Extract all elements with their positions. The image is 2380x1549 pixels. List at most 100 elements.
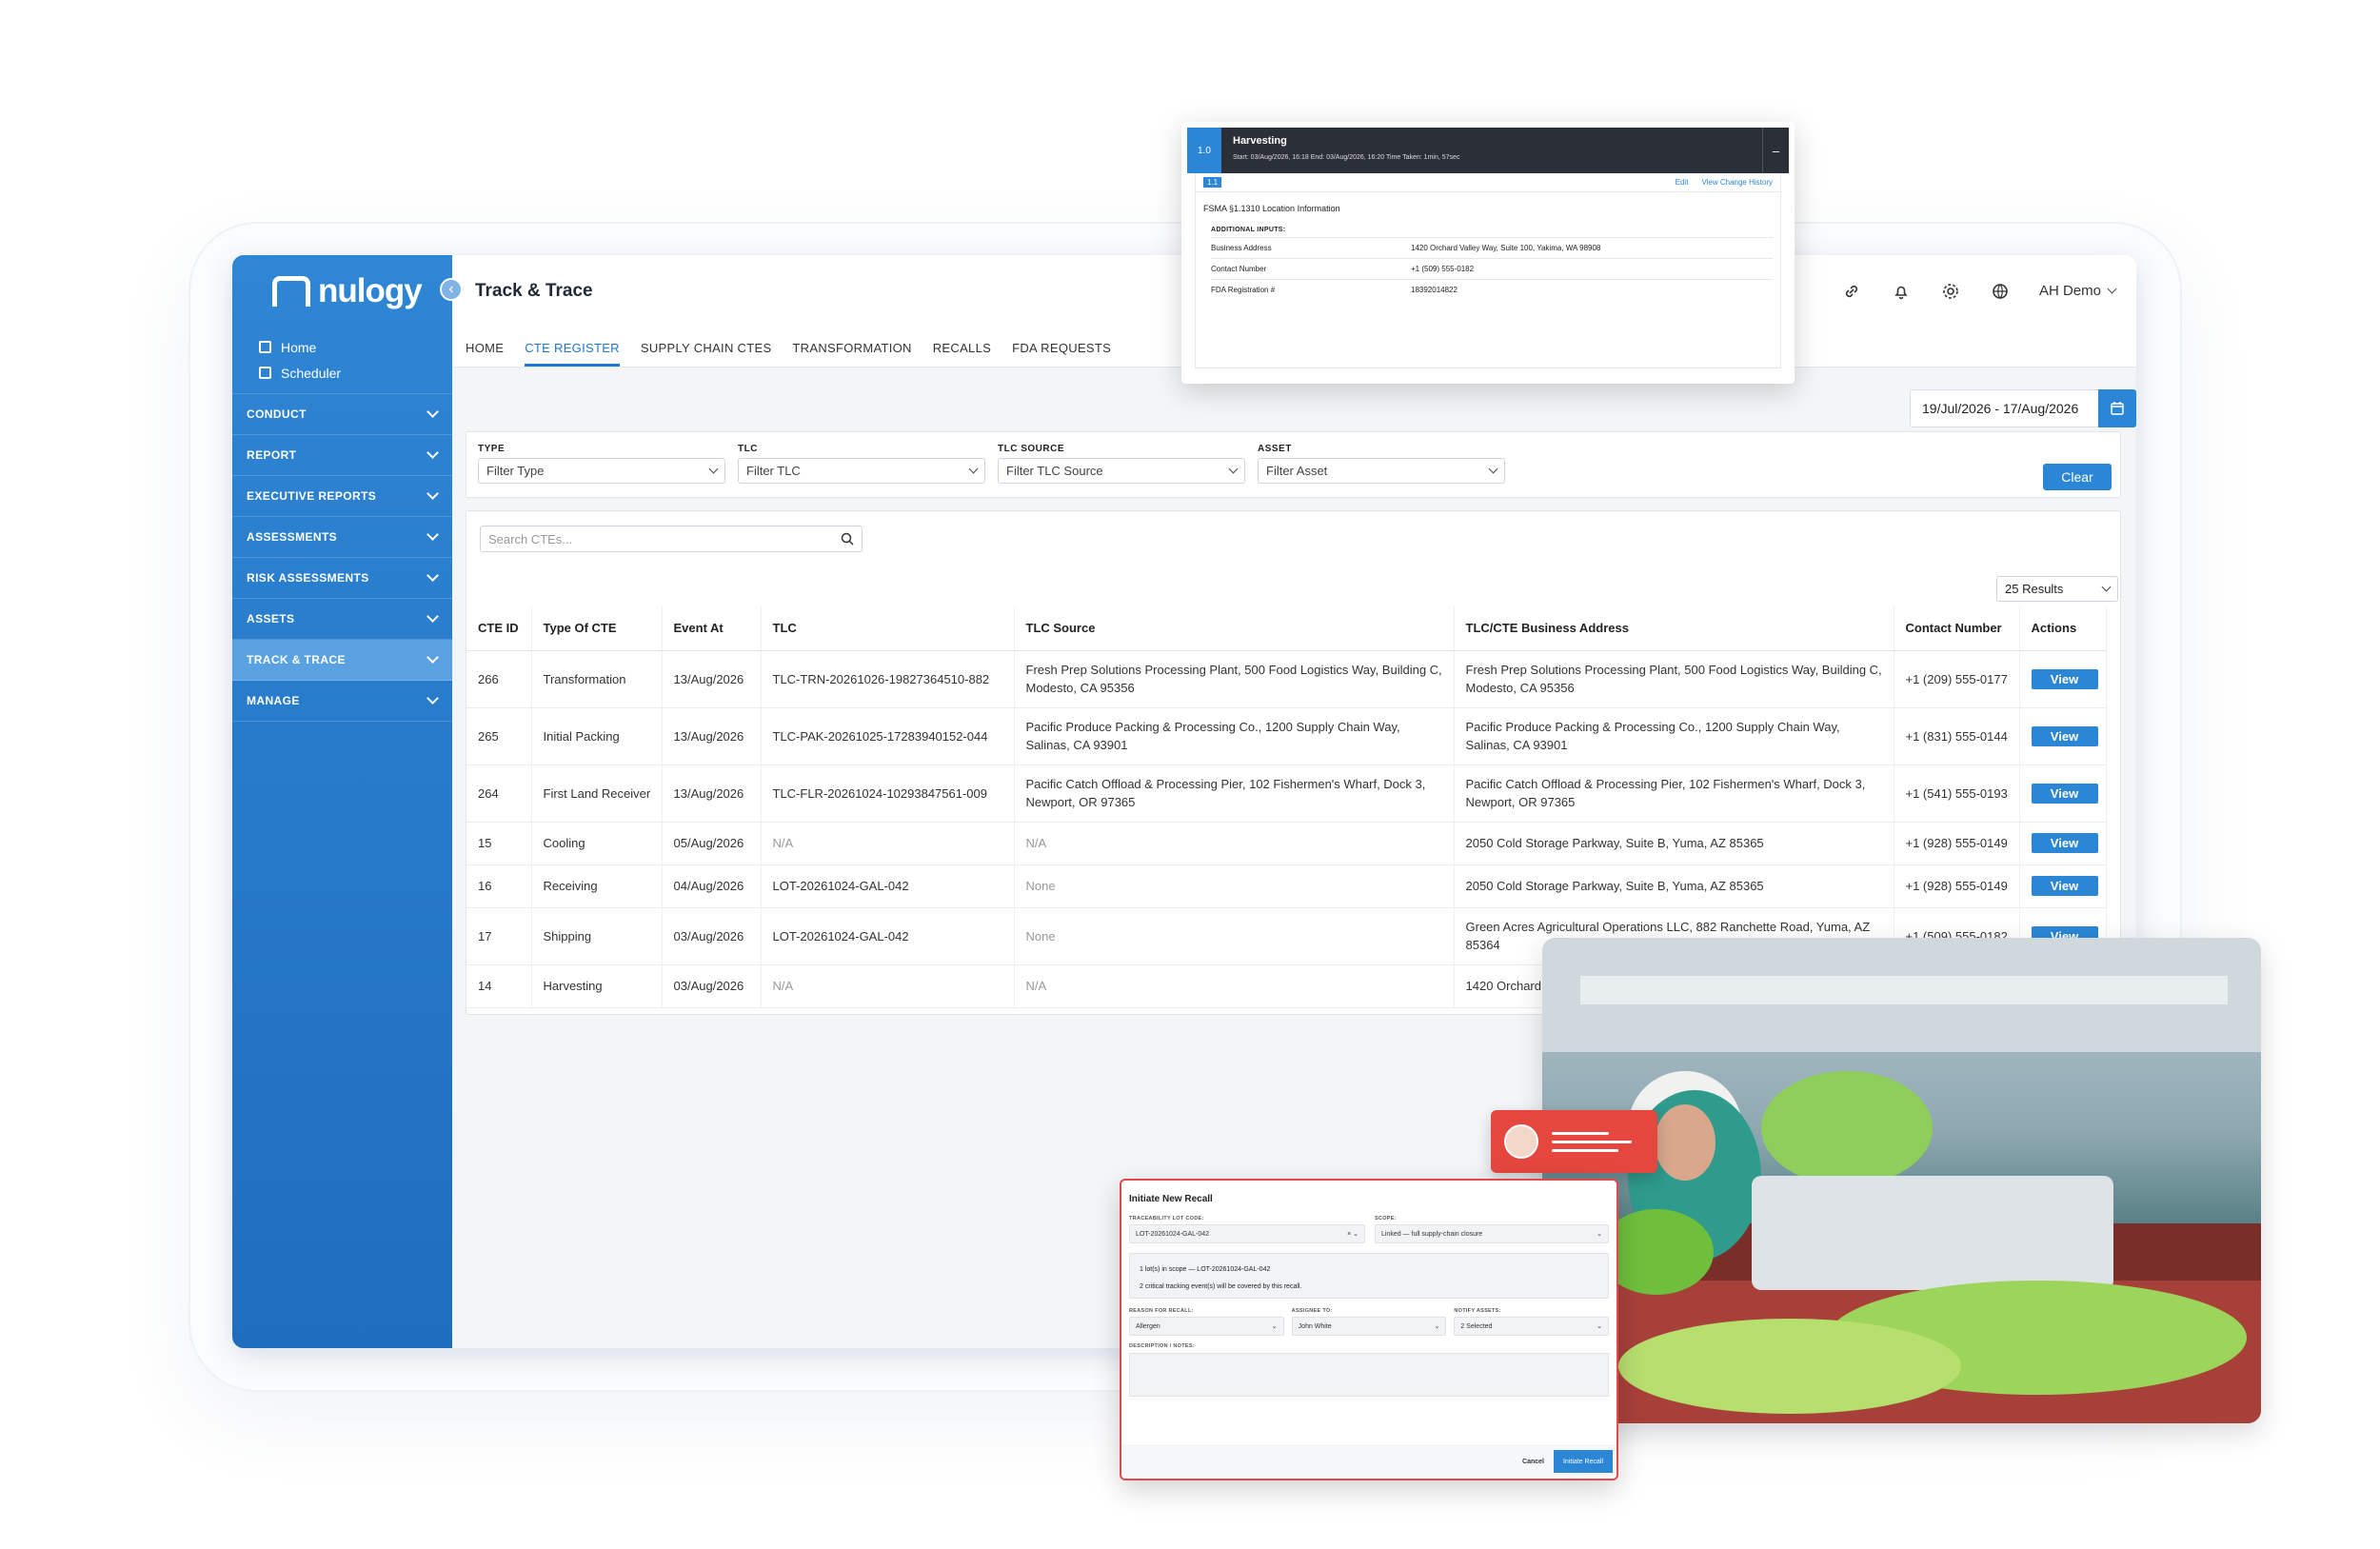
nulogy-logo-icon — [272, 275, 310, 307]
tab-cte-register[interactable]: CTE REGISTER — [525, 341, 620, 367]
header-actions: AH Demo — [1841, 255, 2117, 327]
select-value: Allergen — [1136, 1322, 1160, 1330]
cancel-button[interactable]: Cancel — [1522, 1459, 1544, 1465]
select-value: LOT-20261024-GAL-042 — [1136, 1230, 1210, 1238]
cell-actions: View — [2019, 864, 2107, 908]
view-button[interactable]: View — [2031, 725, 2098, 746]
filter-type-select[interactable]: Filter Type — [478, 458, 725, 484]
view-button[interactable]: View — [2031, 668, 2098, 689]
field-label: DESCRIPTION / NOTES: — [1129, 1343, 1195, 1349]
brand-logo[interactable]: nulogy — [232, 255, 452, 327]
table-row[interactable]: 15 Cooling 05/Aug/2026 N/A N/A 2050 Cold… — [466, 822, 2107, 865]
view-change-history-link[interactable]: View Change History — [1701, 178, 1773, 187]
sidebar-item-scheduler[interactable]: Scheduler — [259, 360, 452, 386]
sidebar-item-home[interactable]: Home — [259, 334, 452, 360]
tab-recalls[interactable]: RECALLS — [933, 341, 991, 367]
cell-tlc-source: Fresh Prep Solutions Processing Plant, 5… — [1014, 650, 1455, 708]
clear-button[interactable]: Clear — [2043, 464, 2112, 490]
detail-value: +1 (509) 555-0182 — [1411, 265, 1475, 273]
sidebar-section-risk-assessments[interactable]: RISK ASSESSMENTS — [232, 558, 452, 599]
filter-tlc-select[interactable]: Filter TLC — [738, 458, 985, 484]
link-icon[interactable] — [1841, 281, 1862, 302]
clear-close-icon[interactable]: × ⌄ — [1347, 1230, 1359, 1238]
cell-contact: +1 (831) 555-0144 — [1894, 707, 2020, 765]
assignee-select[interactable]: John White ⌄ — [1291, 1317, 1447, 1336]
description-textarea[interactable] — [1129, 1353, 1609, 1397]
calendar-icon — [2111, 402, 2124, 415]
bell-icon[interactable] — [1891, 281, 1912, 302]
column-header[interactable]: TLC/CTE Business Address — [1454, 606, 1894, 651]
filter-tlc-source-select[interactable]: Filter TLC Source — [998, 458, 1245, 484]
date-range-input[interactable]: 19/Jul/2026 - 17/Aug/2026 — [1910, 389, 2100, 427]
view-button[interactable]: View — [2031, 876, 2098, 896]
initiate-recall-button[interactable]: Initiate Recall — [1554, 1450, 1613, 1473]
view-button[interactable]: View — [2031, 833, 2098, 853]
collapse-sidebar-button[interactable]: ‹ — [440, 278, 463, 301]
sidebar-section-assets[interactable]: ASSETS — [232, 599, 452, 640]
chevron-down-icon — [426, 447, 439, 459]
sidebar-links: Home Scheduler — [232, 327, 452, 394]
section-label: RISK ASSESSMENTS — [247, 571, 369, 585]
column-header[interactable]: Type Of CTE — [531, 606, 663, 651]
cell-tlc: TLC-FLR-20261024-10293847561-009 — [761, 765, 1015, 823]
chevron-down-icon — [426, 528, 439, 541]
tab-home[interactable]: HOME — [466, 341, 504, 367]
column-header[interactable]: TLC Source — [1014, 606, 1455, 651]
table-row[interactable]: 264 First Land Receiver 13/Aug/2026 TLC-… — [466, 765, 2107, 823]
column-header[interactable]: CTE ID — [466, 606, 532, 651]
column-header[interactable]: Contact Number — [1894, 606, 2020, 651]
cell-cte-id: 14 — [466, 964, 532, 1008]
sidebar-section-report[interactable]: REPORT — [232, 435, 452, 476]
table-row[interactable]: 16 Receiving 04/Aug/2026 LOT-20261024-GA… — [466, 864, 2107, 908]
cell-event-at: 13/Aug/2026 — [662, 765, 762, 823]
cell-contact: +1 (928) 555-0149 — [1894, 822, 2020, 865]
cell-address: Pacific Produce Packing & Processing Co.… — [1454, 707, 1894, 765]
globe-icon[interactable] — [1990, 281, 2011, 302]
column-header[interactable]: TLC — [761, 606, 1015, 651]
sidebar-section-track-trace[interactable]: TRACK & TRACE — [232, 640, 452, 681]
minimize-button[interactable]: – — [1762, 128, 1789, 173]
sub-step-badge: 1.1 — [1203, 177, 1222, 188]
sidebar-section-assessments[interactable]: ASSESSMENTS — [232, 517, 452, 558]
reason-select[interactable]: Allergen ⌄ — [1129, 1317, 1284, 1336]
notify-assets-select[interactable]: 2 Selected ⌄ — [1454, 1317, 1610, 1336]
dialog-title: Initiate New Recall — [1129, 1194, 1213, 1204]
cell-cte-id: 17 — [466, 907, 532, 965]
tab-fda-requests[interactable]: FDA REQUESTS — [1012, 341, 1111, 367]
sidebar-section-manage[interactable]: MANAGE — [232, 681, 452, 722]
date-picker-button[interactable] — [2098, 389, 2136, 427]
step-timing: Start: 03/Aug/2026, 16:18 End: 03/Aug/20… — [1233, 154, 1460, 161]
table-row[interactable]: 265 Initial Packing 13/Aug/2026 TLC-PAK-… — [466, 707, 2107, 765]
cell-tlc: N/A — [761, 964, 1015, 1008]
tab-transformation[interactable]: TRANSFORMATION — [792, 341, 911, 367]
sidebar-section-executive-reports[interactable]: EXECUTIVE REPORTS — [232, 476, 452, 517]
search-input[interactable]: Search CTEs... — [480, 526, 863, 552]
user-menu[interactable]: AH Demo — [2039, 283, 2117, 299]
results-per-page-select[interactable]: 25 Results — [1996, 576, 2118, 602]
sidebar: nulogy Home Scheduler CONDUCT REPORT EXE… — [232, 255, 452, 1348]
lot-code-select[interactable]: LOT-20261024-GAL-042 × ⌄ — [1129, 1224, 1365, 1243]
filter-asset-select[interactable]: Filter Asset — [1258, 458, 1505, 484]
filter-asset: ASSET Filter Asset — [1258, 444, 1505, 484]
notification-toast[interactable] — [1491, 1110, 1657, 1173]
calendar-icon — [259, 367, 271, 379]
sub-step-links: Edit View Change History — [1676, 178, 1773, 187]
edit-link[interactable]: Edit — [1676, 178, 1689, 187]
chevron-down-icon: ⌄ — [1271, 1323, 1278, 1330]
table-row[interactable]: 266 Transformation 13/Aug/2026 TLC-TRN-2… — [466, 650, 2107, 708]
chevron-down-icon: ⌄ — [1434, 1323, 1440, 1330]
notify-assets-field: NOTIFY ASSETS: 2 Selected ⌄ — [1454, 1308, 1610, 1336]
select-value: Linked — full supply-chain closure — [1380, 1230, 1483, 1238]
scope-select[interactable]: Linked — full supply-chain closure ⌄ — [1374, 1224, 1609, 1243]
section-label: REPORT — [247, 448, 297, 462]
sidebar-section-conduct[interactable]: CONDUCT — [232, 394, 452, 435]
chevron-down-icon — [426, 651, 439, 664]
cell-type: Transformation — [531, 650, 663, 708]
column-header[interactable]: Event At — [662, 606, 762, 651]
cell-actions: View — [2019, 650, 2107, 708]
gear-icon[interactable] — [1940, 281, 1961, 302]
view-button[interactable]: View — [2031, 783, 2098, 804]
step-number: 1.0 — [1187, 128, 1221, 173]
tab-supply-chain-ctes[interactable]: SUPPLY CHAIN CTES — [641, 341, 772, 367]
field-label: REASON FOR RECALL: — [1129, 1308, 1194, 1314]
